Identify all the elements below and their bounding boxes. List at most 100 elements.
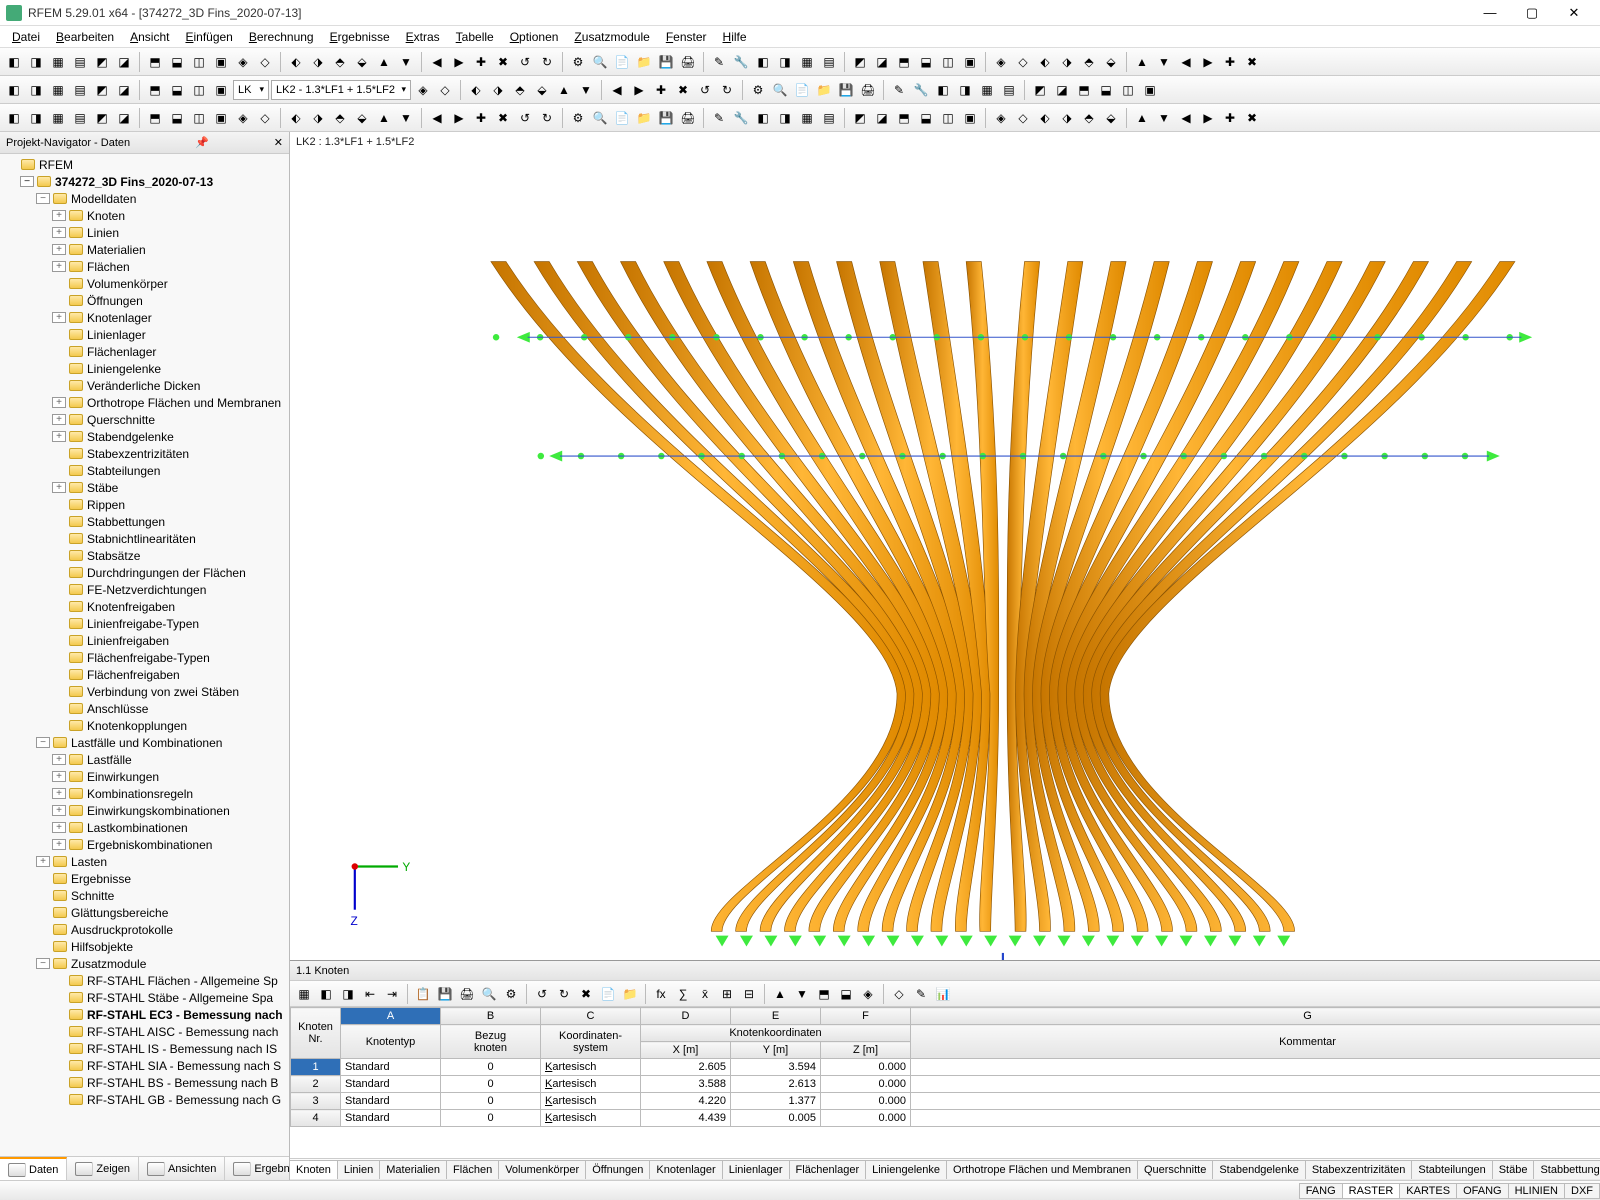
toolbar-button[interactable]: ◫ — [1118, 80, 1138, 100]
tree-item[interactable]: Öffnungen — [0, 292, 289, 309]
data-toolbar-button[interactable]: ▼ — [792, 984, 812, 1004]
toolbar-button[interactable]: ⬘ — [1079, 52, 1099, 72]
tree-item[interactable]: −Zusatzmodule — [0, 955, 289, 972]
toolbar-button[interactable]: ◇ — [1013, 52, 1033, 72]
tree-item[interactable]: +Knotenlager — [0, 309, 289, 326]
data-tab[interactable]: Stabbettungen — [1533, 1160, 1600, 1179]
toolbar-button[interactable]: ⬒ — [145, 52, 165, 72]
data-tab[interactable]: Linienlager — [722, 1160, 790, 1179]
toolbar-button[interactable]: 🔧 — [731, 52, 751, 72]
toolbar-button[interactable]: 📄 — [612, 108, 632, 128]
tree-item[interactable]: Rippen — [0, 496, 289, 513]
tree-item[interactable]: +Knoten — [0, 207, 289, 224]
toolbar-button[interactable]: 📄 — [792, 80, 812, 100]
tree-item[interactable]: +Kombinationsregeln — [0, 785, 289, 802]
tree-item[interactable]: Stabbettungen — [0, 513, 289, 530]
toolbar-button[interactable]: ◧ — [933, 80, 953, 100]
toolbar-button[interactable]: ⬗ — [308, 52, 328, 72]
data-tab[interactable]: Liniengelenke — [865, 1160, 947, 1179]
status-hlinien[interactable]: HLINIEN — [1508, 1183, 1565, 1199]
toolbar-button[interactable]: ▶ — [629, 80, 649, 100]
data-toolbar-button[interactable]: ⇤ — [360, 984, 380, 1004]
toolbar-button[interactable]: ⬙ — [1101, 108, 1121, 128]
tree-item[interactable]: Stabsätze — [0, 547, 289, 564]
toolbar-button[interactable]: ◩ — [92, 108, 112, 128]
data-toolbar-button[interactable]: ✖ — [576, 984, 596, 1004]
toolbar-button[interactable]: ✚ — [1220, 52, 1240, 72]
toolbar-button[interactable]: ⬘ — [330, 108, 350, 128]
data-tab[interactable]: Stäbe — [1492, 1160, 1535, 1179]
toolbar-button[interactable]: ⬗ — [1057, 108, 1077, 128]
toolbar-button[interactable]: ◈ — [991, 108, 1011, 128]
menu-berechnung[interactable]: Berechnung — [241, 28, 322, 46]
tree-item[interactable]: RFEM — [0, 156, 289, 173]
navigator-tree[interactable]: RFEM−374272_3D Fins_2020-07-13−Modelldat… — [0, 154, 289, 1156]
toolbar-button[interactable]: ◩ — [850, 52, 870, 72]
toolbar-button[interactable]: ⬙ — [352, 52, 372, 72]
toolbar-button[interactable]: ▼ — [1154, 108, 1174, 128]
menu-fenster[interactable]: Fenster — [658, 28, 715, 46]
toolbar-button[interactable]: ▶ — [1198, 108, 1218, 128]
toolbar-button[interactable]: ↺ — [515, 52, 535, 72]
toolbar-button[interactable]: ▣ — [1140, 80, 1160, 100]
toolbar-button[interactable]: ▤ — [819, 108, 839, 128]
toolbar-button[interactable]: ⬘ — [1079, 108, 1099, 128]
toolbar-button[interactable]: ◪ — [114, 80, 134, 100]
toolbar-button[interactable]: ◨ — [775, 52, 795, 72]
toolbar-button[interactable]: ▦ — [48, 80, 68, 100]
toolbar-button[interactable]: 🔧 — [731, 108, 751, 128]
toolbar-button[interactable]: ◇ — [1013, 108, 1033, 128]
tree-item[interactable]: Hilfsobjekte — [0, 938, 289, 955]
data-tab[interactable]: Knotenlager — [649, 1160, 722, 1179]
tree-item[interactable]: +Materialien — [0, 241, 289, 258]
table-row[interactable]: 2Standard0Kartesisch3.5882.6130.000 — [291, 1076, 1600, 1093]
toolbar-button[interactable]: ✖ — [673, 80, 693, 100]
data-toolbar-button[interactable]: ⊟ — [739, 984, 759, 1004]
toolbar-button[interactable]: ⚙ — [568, 108, 588, 128]
toolbar-button[interactable]: ▶ — [1198, 52, 1218, 72]
toolbar-button[interactable]: ◧ — [4, 108, 24, 128]
data-toolbar-button[interactable]: ⬒ — [814, 984, 834, 1004]
data-toolbar-button[interactable]: ↻ — [554, 984, 574, 1004]
data-tab[interactable]: Materialien — [379, 1160, 447, 1179]
tree-expand-icon[interactable]: − — [20, 176, 34, 187]
toolbar-button[interactable]: 📁 — [814, 80, 834, 100]
toolbar-button[interactable]: ▼ — [396, 52, 416, 72]
toolbar-button[interactable]: 🔧 — [911, 80, 931, 100]
tree-item[interactable]: +Flächen — [0, 258, 289, 275]
tree-item[interactable]: Flächenfreigaben — [0, 666, 289, 683]
toolbar-button[interactable]: ◩ — [92, 52, 112, 72]
tree-item[interactable]: −Modelldaten — [0, 190, 289, 207]
toolbar-button[interactable]: 📁 — [634, 108, 654, 128]
toolbar-button[interactable]: ▣ — [211, 108, 231, 128]
data-toolbar-button[interactable]: ✎ — [911, 984, 931, 1004]
menu-tabelle[interactable]: Tabelle — [448, 28, 502, 46]
tree-item[interactable]: Linienfreigaben — [0, 632, 289, 649]
toolbar-button[interactable]: ◀ — [1176, 108, 1196, 128]
toolbar-button[interactable]: 💾 — [836, 80, 856, 100]
toolbar-button[interactable]: ↻ — [537, 52, 557, 72]
data-toolbar-button[interactable]: 📁 — [620, 984, 640, 1004]
tree-item[interactable]: +Linien — [0, 224, 289, 241]
tree-item[interactable]: +Einwirkungen — [0, 768, 289, 785]
toolbar-button[interactable]: ◪ — [872, 52, 892, 72]
data-tab[interactable]: Öffnungen — [585, 1160, 650, 1179]
status-dxf[interactable]: DXF — [1564, 1183, 1600, 1199]
toolbar-button[interactable]: ⬓ — [167, 108, 187, 128]
toolbar-button[interactable]: ▼ — [576, 80, 596, 100]
toolbar-button[interactable]: ⬙ — [352, 108, 372, 128]
tree-expand-icon[interactable]: − — [36, 193, 50, 204]
toolbar-button[interactable]: ◀ — [427, 52, 447, 72]
toolbar-button[interactable]: ▣ — [960, 108, 980, 128]
tree-item[interactable]: RF-STAHL Flächen - Allgemeine Sp — [0, 972, 289, 989]
tree-item[interactable]: Ergebnisse — [0, 870, 289, 887]
toolbar-button[interactable]: ◧ — [4, 80, 24, 100]
nav-tab-ansichten[interactable]: Ansichten — [139, 1157, 225, 1180]
toolbar-button[interactable]: ⬖ — [1035, 52, 1055, 72]
tree-item[interactable]: +Orthotrope Flächen und Membranen — [0, 394, 289, 411]
tree-expand-icon[interactable]: + — [52, 244, 66, 255]
status-ofang[interactable]: OFANG — [1456, 1183, 1509, 1199]
data-toolbar-button[interactable]: ▦ — [294, 984, 314, 1004]
toolbar-button[interactable]: ✚ — [1220, 108, 1240, 128]
data-toolbar-button[interactable]: x̄ — [695, 984, 715, 1004]
